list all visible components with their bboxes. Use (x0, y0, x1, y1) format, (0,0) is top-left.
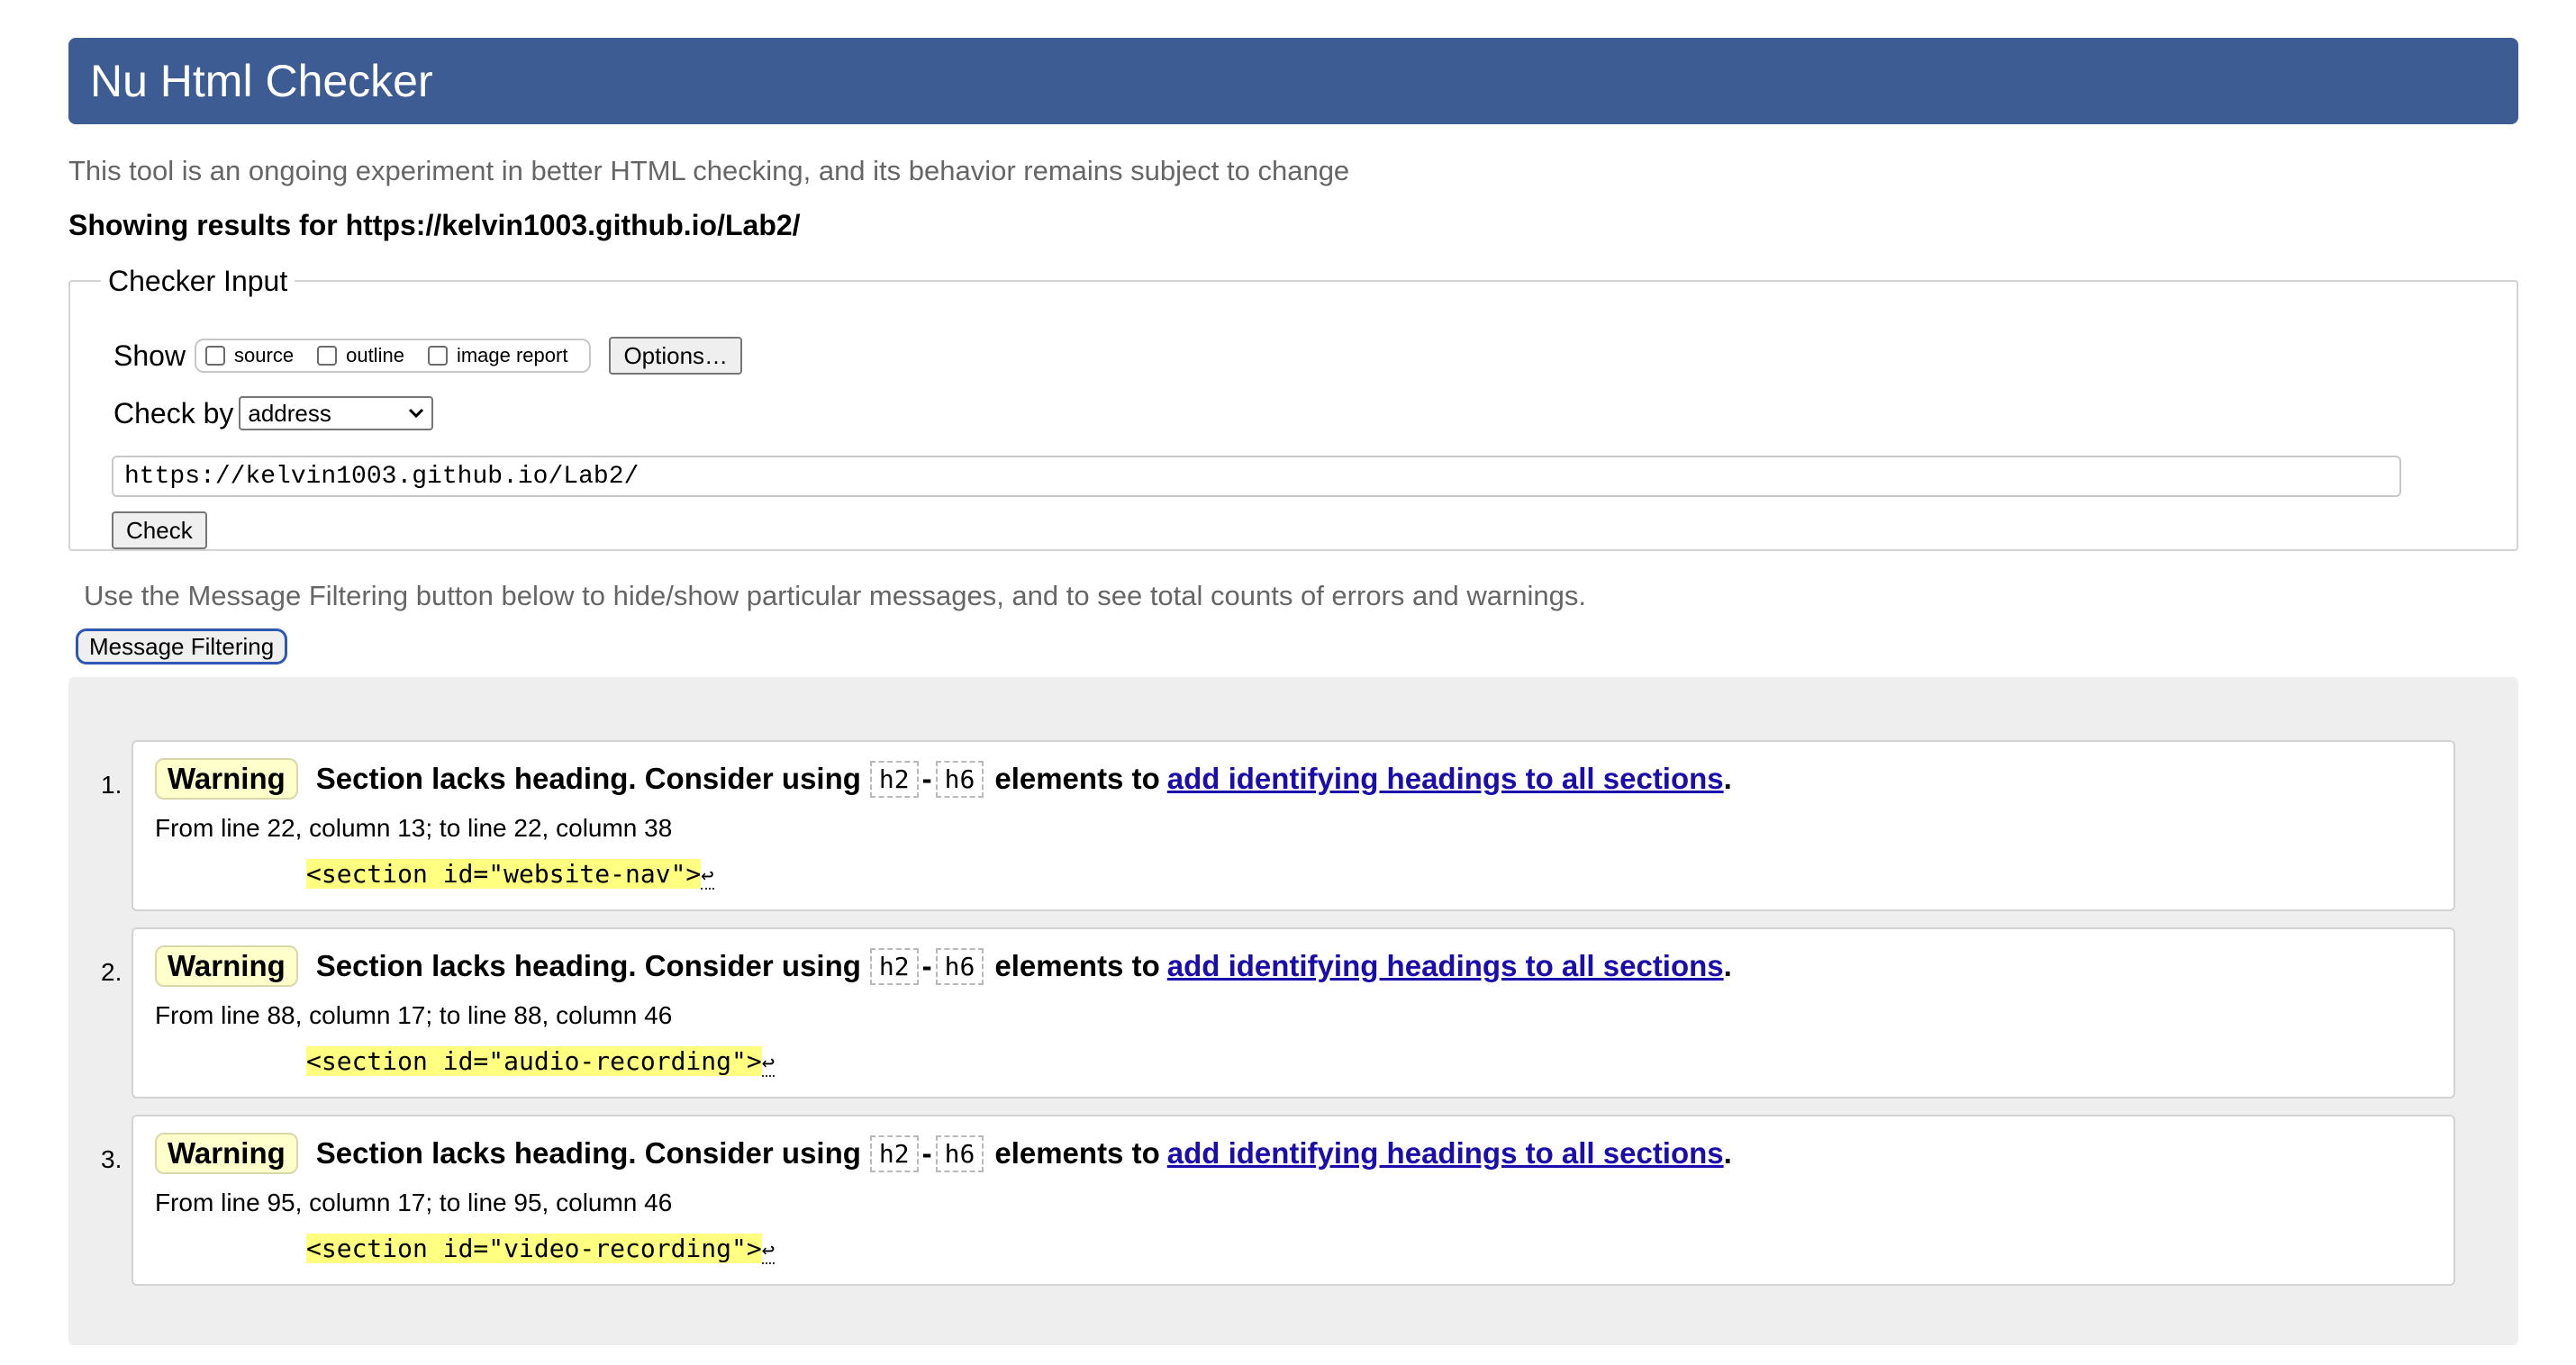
code-extract: <section id="video-recording">↩ (306, 1234, 776, 1264)
check-by-select[interactable]: address (239, 396, 434, 430)
message-location: From line 22, column 13; to line 22, col… (155, 814, 673, 842)
show-options-row: Show source outline image report Options… (113, 337, 743, 375)
code-chip-h2: h2 (869, 760, 919, 798)
check-by-selected-value: address (248, 399, 331, 427)
message-text: Warning Section lacks heading. Consider … (155, 945, 1732, 987)
image-report-checkbox-label[interactable]: image report (457, 344, 568, 367)
dash: - (921, 762, 932, 795)
message-text-after: elements to (994, 762, 1160, 795)
warning-badge: Warning (155, 1133, 298, 1174)
period: . (1723, 762, 1732, 795)
code-chip-h2: h2 (869, 1134, 919, 1172)
message-location: From line 88, column 17; to line 88, col… (155, 1001, 673, 1029)
outline-checkbox-label[interactable]: outline (346, 344, 404, 367)
line-return-icon: ↩ (761, 1237, 776, 1264)
message-text-after: elements to (994, 1136, 1160, 1170)
message-number: 2. (101, 958, 122, 986)
line-return-icon: ↩ (701, 863, 714, 890)
message-text-before: Section lacks heading. Consider using (315, 949, 861, 982)
period: . (1723, 1136, 1732, 1170)
message-number: 3. (101, 1145, 122, 1173)
chevron-down-icon (409, 408, 424, 419)
message-text: Warning Section lacks heading. Consider … (155, 1133, 1732, 1174)
list-item: 2. Warning Section lacks heading. Consid… (101, 927, 2455, 1098)
help-link[interactable]: add identifying headings to all sections (1167, 949, 1724, 983)
check-by-label: Check by (113, 396, 234, 429)
message-location: From line 95, column 17; to line 95, col… (155, 1189, 673, 1216)
results-heading: Showing results for https://kelvin1003.g… (68, 209, 801, 241)
outline-checkbox[interactable] (317, 346, 338, 366)
code-chip-h6: h6 (935, 947, 984, 985)
code-highlight: <section id="video-recording"> (306, 1234, 762, 1263)
check-button[interactable]: Check (112, 511, 207, 549)
results-list: 1. Warning Section lacks heading. Consid… (68, 677, 2518, 1345)
code-chip-h2: h2 (869, 947, 919, 985)
list-item: 1. Warning Section lacks heading. Consid… (101, 740, 2455, 911)
message-number: 1. (101, 771, 122, 799)
filter-note: Use the Message Filtering button below t… (84, 580, 1587, 611)
warning-badge: Warning (155, 758, 298, 800)
message-text-before: Section lacks heading. Consider using (315, 762, 861, 795)
message-text: Warning Section lacks heading. Consider … (155, 758, 1732, 800)
message-filtering-button[interactable]: Message Filtering (76, 628, 288, 664)
message-text-after: elements to (994, 949, 1160, 982)
dash: - (921, 1136, 932, 1170)
code-highlight: <section id="audio-recording"> (306, 1046, 762, 1076)
check-by-row: Check by address (113, 396, 434, 430)
url-input[interactable]: https://kelvin1003.github.io/Lab2/ (112, 456, 2401, 497)
message-text-before: Section lacks heading. Consider using (315, 1136, 861, 1170)
show-options-group: source outline image report (195, 339, 592, 373)
code-chip-h6: h6 (935, 760, 984, 798)
source-checkbox-label[interactable]: source (234, 344, 294, 367)
list-item: 3. Warning Section lacks heading. Consid… (101, 1115, 2455, 1286)
show-label: Show (113, 339, 186, 372)
checker-input-legend: Checker Input (108, 265, 288, 297)
code-highlight: <section id="website-nav"> (306, 859, 702, 889)
help-link[interactable]: add identifying headings to all sections (1167, 1136, 1724, 1171)
source-checkbox[interactable] (205, 346, 226, 366)
code-extract: <section id="audio-recording">↩ (306, 1046, 776, 1077)
period: . (1723, 949, 1732, 982)
dash: - (921, 949, 932, 982)
help-link[interactable]: add identifying headings to all sections (1167, 762, 1724, 796)
line-return-icon: ↩ (761, 1050, 776, 1077)
code-chip-h6: h6 (935, 1134, 984, 1172)
options-button[interactable]: Options… (609, 337, 743, 375)
page-title: Nu Html Checker (90, 56, 433, 106)
warning-badge: Warning (155, 945, 298, 987)
checker-input-fieldset: Checker Input Show source outline image … (68, 267, 2518, 551)
image-report-checkbox[interactable] (427, 346, 448, 366)
code-extract: <section id="website-nav">↩ (306, 859, 714, 890)
tagline: This tool is an ongoing experiment in be… (68, 155, 1350, 186)
page-header: Nu Html Checker (68, 38, 2518, 124)
